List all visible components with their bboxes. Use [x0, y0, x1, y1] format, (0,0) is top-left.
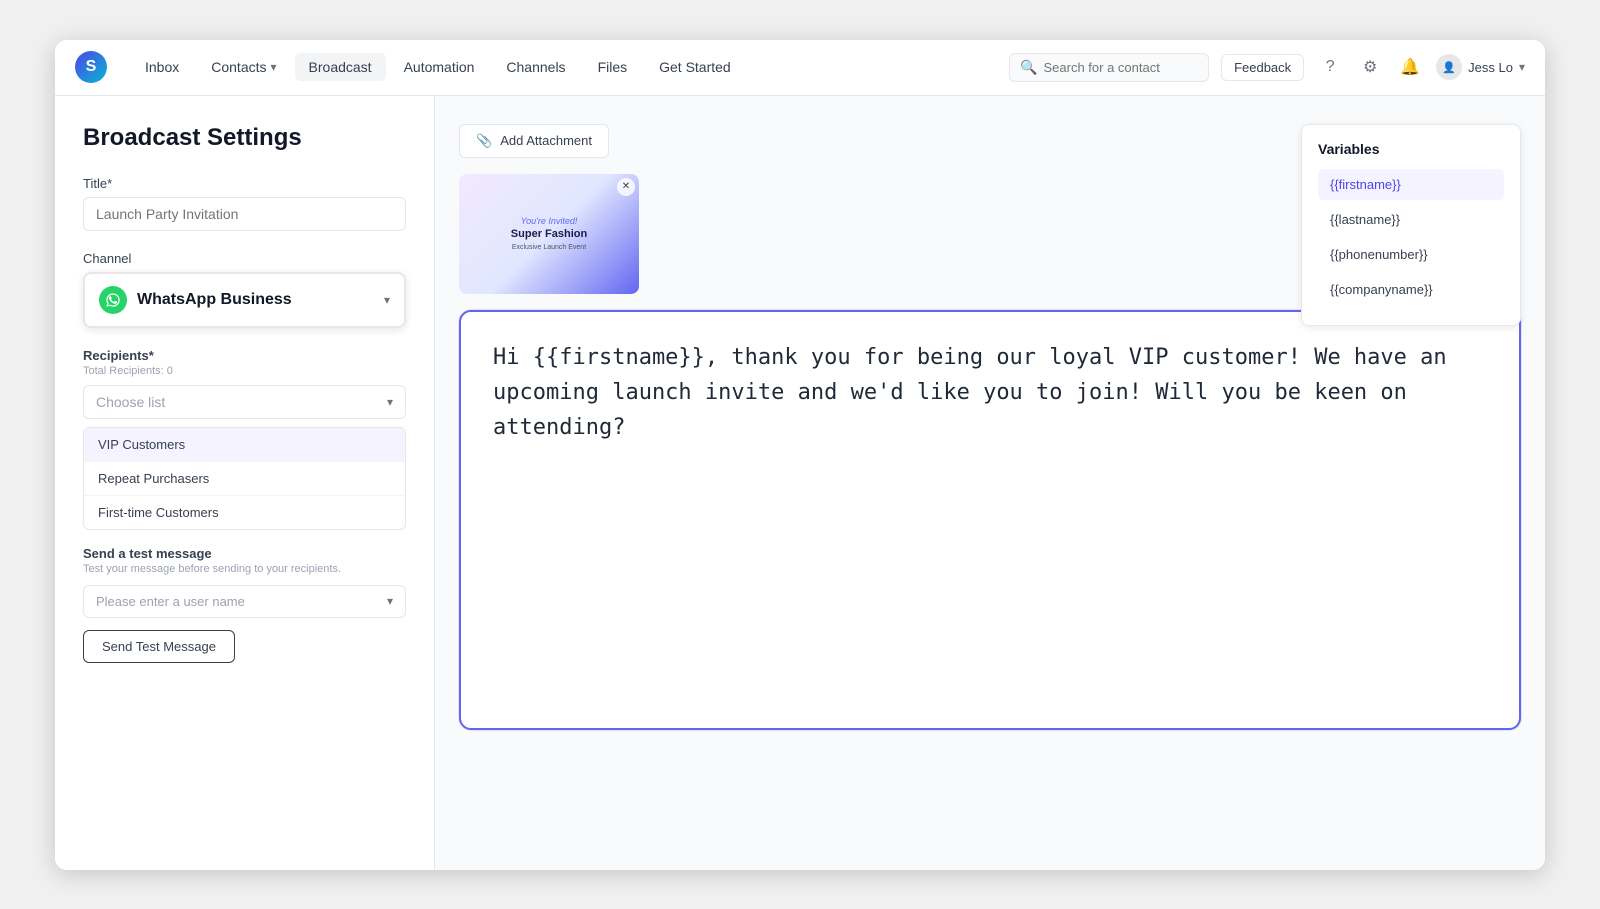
left-panel: Broadcast Settings Title* Channel — [55, 96, 435, 870]
nav-item-get-started[interactable]: Get Started — [645, 53, 745, 81]
close-attachment-button[interactable]: ✕ — [617, 178, 635, 196]
attachment-preview: You're Invited! Super Fashion Exclusive … — [459, 174, 639, 294]
help-icon[interactable]: ? — [1316, 53, 1344, 81]
variables-panel: Variables {{firstname}} {{lastname}} {{p… — [1301, 124, 1521, 326]
variable-firstname[interactable]: {{firstname}} — [1318, 169, 1504, 200]
preview-invited-text: You're Invited! — [521, 216, 578, 226]
list-option-vip[interactable]: VIP Customers — [84, 428, 405, 462]
list-option-firsttime[interactable]: First-time Customers — [84, 496, 405, 529]
channel-label: Channel — [83, 251, 406, 266]
list-chevron-icon: ▾ — [387, 395, 393, 409]
whatsapp-icon — [99, 286, 127, 314]
user-name-dropdown[interactable]: Please enter a user name ▾ — [83, 585, 406, 618]
outer-frame: S Inbox Contacts ▾ Broadcast Automation … — [0, 0, 1600, 909]
page-title: Broadcast Settings — [83, 124, 406, 152]
preview-title-text: Super Fashion — [511, 228, 587, 241]
nav-item-broadcast[interactable]: Broadcast — [295, 53, 386, 81]
choose-list-dropdown[interactable]: Choose list ▾ — [83, 385, 406, 419]
user-dropdown-icon: ▾ — [1519, 60, 1525, 74]
list-option-repeat[interactable]: Repeat Purchasers — [84, 462, 405, 496]
center-panel: 📎 Add Attachment You're Invited! Super F… — [435, 96, 1545, 870]
recipients-sub: Total Recipients: 0 — [83, 365, 406, 377]
user-avatar: 👤 — [1436, 54, 1462, 80]
channel-field-group: Channel WhatsApp Business ▾ — [83, 251, 406, 328]
message-textarea[interactable]: Hi {{firstname}}, thank you for being ou… — [459, 310, 1521, 730]
nav-item-files[interactable]: Files — [584, 53, 642, 81]
title-input[interactable] — [83, 197, 406, 231]
main-content: Broadcast Settings Title* Channel — [55, 96, 1545, 870]
search-box[interactable]: 🔍 — [1009, 53, 1209, 82]
paperclip-icon: 📎 — [476, 133, 492, 149]
nav-item-contacts[interactable]: Contacts ▾ — [197, 53, 290, 81]
recipients-section: Recipients* Total Recipients: 0 Choose l… — [83, 348, 406, 530]
variable-companyname[interactable]: {{companyname}} — [1318, 274, 1504, 305]
app-window: S Inbox Contacts ▾ Broadcast Automation … — [55, 40, 1545, 870]
send-test-section: Send a test message Test your message be… — [83, 546, 406, 663]
message-box-wrapper: Hi {{firstname}}, thank you for being ou… — [459, 310, 1521, 842]
nav-items: Inbox Contacts ▾ Broadcast Automation Ch… — [131, 53, 1009, 81]
channel-chevron-icon: ▾ — [384, 293, 390, 307]
add-attachment-button[interactable]: 📎 Add Attachment — [459, 124, 609, 158]
top-nav: S Inbox Contacts ▾ Broadcast Automation … — [55, 40, 1545, 96]
title-label: Title* — [83, 176, 406, 191]
preview-sub-text: Exclusive Launch Event — [512, 244, 586, 251]
channel-dropdown[interactable]: WhatsApp Business ▾ — [83, 272, 406, 328]
send-test-button[interactable]: Send Test Message — [83, 630, 235, 663]
notifications-icon[interactable]: 🔔 — [1396, 53, 1424, 81]
title-field-group: Title* — [83, 176, 406, 231]
user-name-chevron-icon: ▾ — [387, 594, 393, 608]
settings-icon[interactable]: ⚙ — [1356, 53, 1384, 81]
search-icon: 🔍 — [1020, 59, 1037, 76]
nav-item-inbox[interactable]: Inbox — [131, 53, 193, 81]
attachment-preview-inner: You're Invited! Super Fashion Exclusive … — [459, 174, 639, 294]
list-options: VIP Customers Repeat Purchasers First-ti… — [83, 427, 406, 530]
app-logo: S — [75, 51, 107, 83]
nav-item-automation[interactable]: Automation — [390, 53, 489, 81]
channel-value: WhatsApp Business — [137, 291, 374, 309]
search-input[interactable] — [1044, 60, 1199, 75]
feedback-button[interactable]: Feedback — [1221, 54, 1304, 81]
contacts-dropdown-icon: ▾ — [271, 60, 277, 74]
send-test-title: Send a test message — [83, 546, 406, 561]
nav-item-channels[interactable]: Channels — [492, 53, 579, 81]
variable-phonenumber[interactable]: {{phonenumber}} — [1318, 239, 1504, 270]
recipients-label: Recipients* — [83, 348, 406, 363]
variables-title: Variables — [1318, 141, 1504, 157]
nav-right: 🔍 Feedback ? ⚙ 🔔 👤 Jess Lo ▾ — [1009, 53, 1525, 82]
user-menu[interactable]: 👤 Jess Lo ▾ — [1436, 54, 1525, 80]
send-test-sub: Test your message before sending to your… — [83, 563, 406, 575]
variable-lastname[interactable]: {{lastname}} — [1318, 204, 1504, 235]
